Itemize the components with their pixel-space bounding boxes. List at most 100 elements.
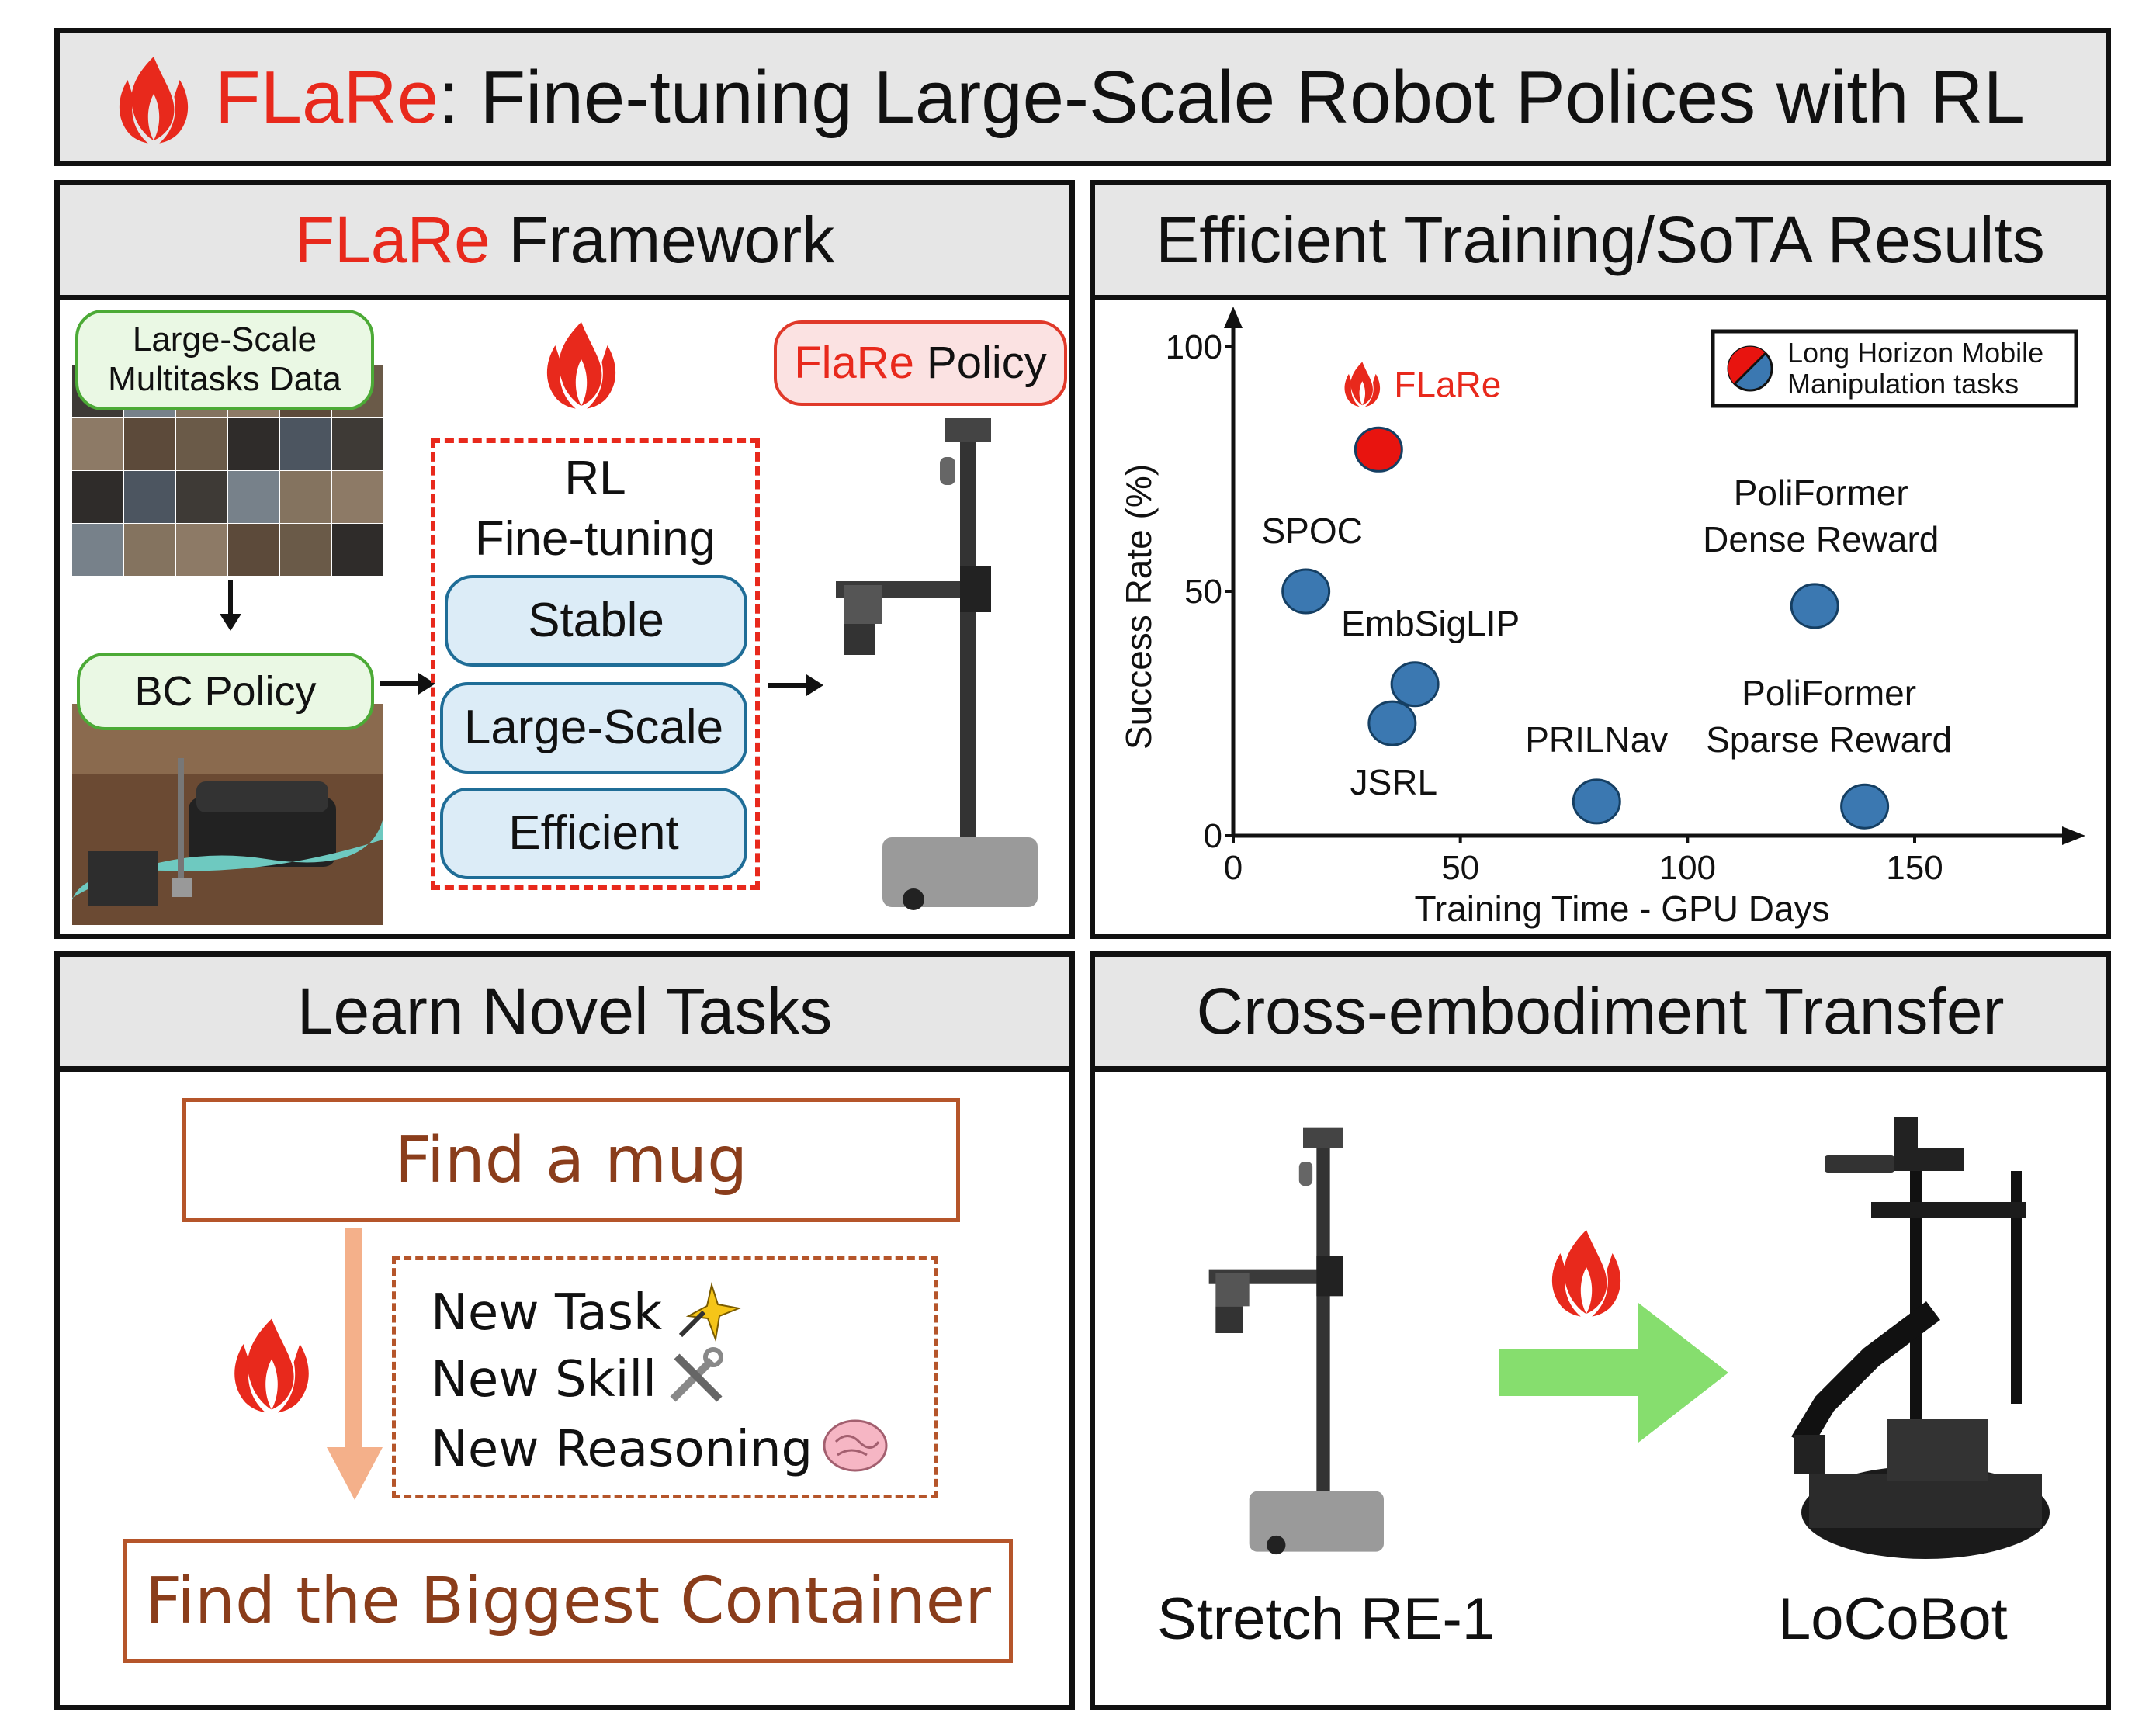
mosaic-tile	[228, 471, 279, 523]
data-point	[1840, 783, 1890, 830]
point-label: SPOC	[1261, 511, 1362, 551]
flare-policy-text: Policy	[913, 337, 1047, 388]
property-large-scale: Large-Scale	[440, 682, 747, 774]
source-task-box: Find a mug	[182, 1098, 960, 1222]
figure: FLaRe: Fine-tuning Large-Scale Robot Pol…	[0, 0, 2156, 1725]
data-point	[1281, 568, 1331, 615]
x-tick-label: 100	[1659, 849, 1716, 887]
down-arrow	[220, 580, 241, 631]
target-robot-label: LoCoBot	[1778, 1586, 2008, 1652]
mosaic-tile	[176, 471, 227, 523]
source-task-text: Find a mug	[394, 1123, 748, 1197]
title-bar: FLaRe: Fine-tuning Large-Scale Robot Pol…	[54, 28, 2111, 166]
point-label: PoliFormer	[1734, 473, 1908, 513]
y-axis-arrowhead	[1224, 307, 1243, 328]
point-label: PoliFormer	[1742, 673, 1916, 713]
title-text: : Fine-tuning Large-Scale Robot Polices …	[438, 56, 2025, 139]
property-efficient: Efficient	[440, 788, 747, 879]
results-header-text: Efficient Training/SoTA Results	[1156, 203, 2045, 276]
results-header: Efficient Training/SoTA Results	[1095, 185, 2106, 300]
data-label-text: Large-Scale Multitasks Data	[108, 320, 341, 398]
mosaic-tile	[72, 524, 123, 576]
bc-policy-label: BC Policy	[77, 653, 374, 730]
framework-header-text: Framework	[490, 203, 835, 276]
point-label: Sparse Reward	[1706, 719, 1952, 760]
mosaic-tile	[124, 471, 175, 523]
property-stable-text: Stable	[528, 594, 664, 648]
flame-icon	[234, 1318, 309, 1413]
target-task-text: Find the Biggest Container	[145, 1564, 991, 1638]
tools-icon	[670, 1347, 723, 1402]
y-tick-label: 50	[1184, 573, 1222, 611]
mosaic-tile	[332, 471, 383, 523]
mosaic-tile	[72, 418, 123, 470]
home-scene-image	[72, 704, 383, 925]
mosaic-tile	[176, 524, 227, 576]
x-axis-label: Training Time - GPU Days	[1414, 888, 1829, 929]
data-point	[1367, 700, 1417, 746]
data-point	[1390, 661, 1440, 708]
framework-header: FLaRe Framework	[60, 185, 1069, 300]
sparkle-icon	[678, 1282, 742, 1342]
mosaic-tile	[228, 524, 279, 576]
flare-policy-label: FlaRe Policy	[774, 320, 1067, 406]
rl-subtitle: Fine-tuning	[474, 512, 716, 566]
mosaic-tile	[332, 524, 383, 576]
novel-tasks-header: Learn Novel Tasks	[60, 957, 1069, 1072]
mosaic-tile	[332, 418, 383, 470]
framework-header-brand: FLaRe	[294, 203, 490, 276]
flame-icon	[1344, 362, 1381, 407]
locobot-robot-image	[1791, 1117, 2050, 1559]
flame-icon	[119, 57, 189, 144]
legend-text: Long Horizon Mobile	[1787, 337, 2043, 369]
property-efficient-text: Efficient	[508, 806, 679, 861]
stretch-robot-image	[1208, 1127, 1384, 1555]
mosaic-tile	[124, 418, 175, 470]
rl-title: RL	[564, 452, 626, 505]
point-label: FLaRe	[1394, 364, 1501, 404]
bc-policy-text: BC Policy	[134, 667, 317, 715]
mosaic-tile	[72, 471, 123, 523]
mosaic-tile	[176, 418, 227, 470]
mosaic-tile	[124, 524, 175, 576]
right-arrow-out	[768, 674, 823, 696]
transfer-header-text: Cross-embodiment Transfer	[1196, 975, 2005, 1048]
flare-policy-brand: FlaRe	[794, 337, 914, 388]
mosaic-tile	[280, 471, 331, 523]
point-label: Dense Reward	[1703, 519, 1939, 559]
novel-tasks-header-text: Learn Novel Tasks	[296, 975, 833, 1048]
framework-panel: FLaRe Framework Large-Scale Multitasks D…	[54, 180, 1075, 939]
new-task-text: New Task	[431, 1284, 663, 1342]
right-arrow-in	[380, 673, 435, 695]
point-label: PRILNav	[1525, 719, 1668, 760]
data-label: Large-Scale Multitasks Data	[75, 310, 374, 410]
y-tick-label: 100	[1166, 328, 1222, 366]
x-tick-label: 0	[1224, 849, 1243, 887]
results-panel: Efficient Training/SoTA Results 0 50 100 15…	[1090, 180, 2111, 939]
y-tick-label: 0	[1204, 817, 1222, 855]
mosaic-tile	[280, 524, 331, 576]
success-vs-training-chart: 0 50 100 150050100Training Time - GPU DaysS…	[1118, 307, 2085, 929]
point-label: JSRL	[1350, 762, 1437, 802]
target-task-box: Find the Biggest Container	[123, 1539, 1013, 1663]
flame-icon	[546, 322, 616, 409]
x-axis-arrowhead	[2062, 826, 2085, 845]
novel-tasks-panel: Learn Novel Tasks Find a mug New Task Ne…	[54, 951, 1075, 1710]
data-point	[1790, 583, 1839, 629]
title-brand: FLaRe	[215, 56, 439, 139]
new-reasoning-text: New Reasoning	[431, 1421, 813, 1478]
mosaic-tile	[228, 418, 279, 470]
x-tick-label: 150	[1886, 849, 1943, 887]
new-skill-text: New Skill	[431, 1351, 657, 1408]
property-large-scale-text: Large-Scale	[463, 701, 724, 755]
mosaic-tile	[280, 418, 331, 470]
transfer-panel: Cross-embodiment Transfer Stretch RE-1 L…	[1090, 951, 2111, 1710]
brain-icon	[823, 1419, 888, 1472]
down-arrow	[327, 1228, 383, 1500]
stretch-robot-image	[836, 418, 1038, 910]
x-tick-label: 50	[1441, 849, 1479, 887]
transfer-header: Cross-embodiment Transfer	[1095, 957, 2106, 1072]
source-robot-label: Stretch RE-1	[1157, 1586, 1496, 1652]
transfer-arrow	[1499, 1303, 1728, 1443]
y-axis-label: Success Rate (%)	[1118, 464, 1159, 750]
